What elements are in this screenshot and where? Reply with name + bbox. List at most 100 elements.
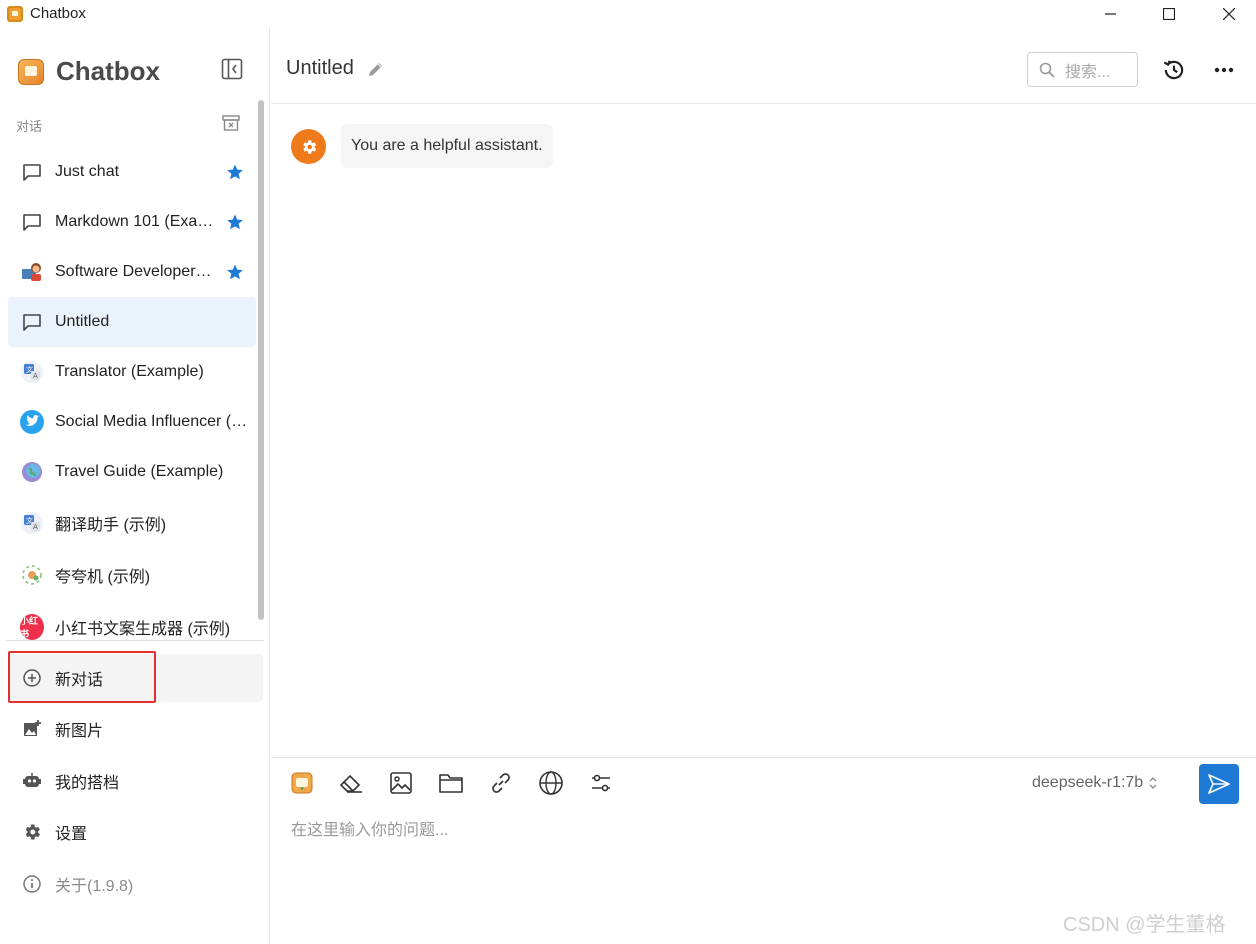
chatbox-app-icon (7, 6, 23, 22)
copilot-picker-button[interactable] (289, 770, 315, 796)
conversation-label: Travel Guide (Example) (55, 463, 224, 480)
link-icon (492, 773, 510, 793)
gear-icon (302, 139, 316, 154)
conversation-list: Just chat Markdown 101 (Example) (8, 147, 256, 653)
search-input[interactable]: 搜索... (1027, 52, 1138, 87)
archive-clear-icon (222, 115, 240, 131)
chatbox-logo-icon (18, 58, 44, 85)
search-icon (1039, 62, 1055, 78)
svg-text:A: A (33, 372, 38, 380)
conversation-label: 夸夸机 (示例) (55, 569, 151, 586)
conversation-label: Markdown 101 (Example) (55, 213, 215, 230)
message-bubble: You are a helpful assistant. (341, 124, 553, 168)
my-copilots-label: 我的搭档 (55, 775, 120, 792)
main-header: Untitled 搜索... (271, 28, 1256, 104)
history-button[interactable] (1161, 57, 1187, 83)
my-copilots-button[interactable]: 我的搭档 (8, 757, 263, 805)
sparkle-avatar-icon (20, 563, 44, 587)
clear-conversations-button[interactable] (222, 114, 240, 132)
globe-icon (539, 771, 563, 795)
system-avatar (291, 129, 326, 164)
new-image-button[interactable]: 新图片 (8, 705, 263, 753)
more-horizontal-icon (1214, 67, 1234, 73)
conversation-label: Just chat (55, 163, 120, 180)
clear-context-button[interactable] (338, 770, 364, 796)
new-chat-label: 新对话 (55, 672, 104, 689)
info-icon (20, 872, 44, 896)
translate-avatar-icon: 文 A (20, 511, 44, 535)
about-button[interactable]: 关于(1.9.8) (8, 860, 263, 908)
send-icon (1208, 774, 1230, 794)
chat-settings-button[interactable] (588, 770, 614, 796)
conversation-label: Software Developer (Example) (55, 263, 215, 280)
conversation-item[interactable]: Social Media Influencer (Example) (8, 397, 256, 447)
chat-bubble-icon (20, 160, 44, 184)
xiaohongshu-avatar-icon: 小红书 (20, 614, 44, 640)
globe-avatar-icon (20, 460, 44, 484)
conversation-label: 翻译助手 (示例) (55, 517, 167, 534)
settings-button[interactable]: 设置 (8, 808, 263, 856)
conversations-section-label: 对话 (16, 119, 43, 134)
system-message: You are a helpful assistant. (291, 124, 553, 168)
watermark: CSDN @学生董格 (1063, 914, 1226, 936)
chat-bubble-icon (20, 310, 44, 334)
edit-title-button[interactable] (367, 60, 385, 83)
settings-label: 设置 (55, 826, 88, 843)
minimize-button[interactable] (1088, 0, 1134, 28)
sidebar: Chatbox 对话 Just chat Markdown 101 (Exam … (0, 28, 270, 944)
model-name: deepseek-r1:7b (1032, 774, 1144, 791)
conversation-item[interactable]: 文 A 翻译助手 (示例) (8, 497, 256, 549)
model-select[interactable]: deepseek-r1:7b (1032, 774, 1159, 792)
sidebar-collapse-icon (221, 58, 243, 80)
conversation-label: Social Media Influencer (Example) (55, 413, 253, 430)
eraser-icon (339, 774, 362, 793)
more-options-button[interactable] (1211, 57, 1237, 83)
twitter-avatar-icon (20, 410, 44, 434)
conversation-item[interactable]: 夸夸机 (示例) (8, 549, 256, 601)
conversation-item[interactable]: 文 A Translator (Example) (8, 347, 256, 397)
conversation-item-selected[interactable]: Untitled (8, 297, 256, 347)
conversation-item[interactable]: Travel Guide (Example) (8, 447, 256, 497)
sidebar-divider (6, 640, 264, 641)
window-title: Chatbox (30, 5, 86, 22)
pencil-icon (369, 63, 382, 76)
conversation-item[interactable]: 小红书 小红书文案生成器 (示例) (8, 601, 256, 653)
chat-bubble-icon (20, 210, 44, 234)
conversation-item[interactable]: Software Developer (Example) (8, 247, 256, 297)
close-button[interactable] (1206, 0, 1252, 28)
maximize-icon (1163, 8, 1175, 20)
about-label: 关于(1.9.8) (55, 878, 134, 895)
maximize-button[interactable] (1146, 0, 1192, 28)
image-icon (390, 772, 412, 794)
xiaohongshu-avatar-text: 小红书 (20, 614, 44, 640)
minimize-icon (1105, 13, 1116, 15)
gear-icon (20, 820, 44, 844)
star-icon[interactable] (226, 213, 244, 236)
folder-icon (439, 774, 463, 793)
sidebar-scrollbar[interactable] (258, 100, 264, 620)
unfold-chevron-icon (1149, 777, 1157, 789)
new-image-label: 新图片 (55, 723, 104, 740)
attach-link-button[interactable] (488, 770, 514, 796)
sliders-icon (592, 774, 610, 792)
new-chat-button[interactable]: 新对话 (8, 654, 263, 702)
robot-icon (20, 769, 44, 793)
conversation-label: 小红书文案生成器 (示例) (55, 621, 231, 638)
collapse-sidebar-button[interactable] (221, 58, 243, 80)
attach-image-button[interactable] (388, 770, 414, 796)
attach-file-button[interactable] (438, 770, 464, 796)
translate-avatar-icon: 文 A (20, 360, 44, 384)
search-placeholder: 搜索... (1065, 63, 1111, 81)
brand-name: Chatbox (56, 56, 160, 86)
star-icon[interactable] (226, 263, 244, 286)
send-button[interactable] (1199, 764, 1239, 804)
history-icon (1163, 60, 1184, 80)
chatbox-logo-icon (291, 772, 313, 794)
conversation-item[interactable]: Just chat (8, 147, 256, 197)
star-icon[interactable] (226, 163, 244, 186)
conversation-item[interactable]: Markdown 101 (Example) (8, 197, 256, 247)
close-icon (1223, 8, 1235, 20)
brand: Chatbox (18, 56, 160, 87)
conversation-label: Translator (Example) (55, 363, 204, 380)
web-search-button[interactable] (538, 770, 564, 796)
